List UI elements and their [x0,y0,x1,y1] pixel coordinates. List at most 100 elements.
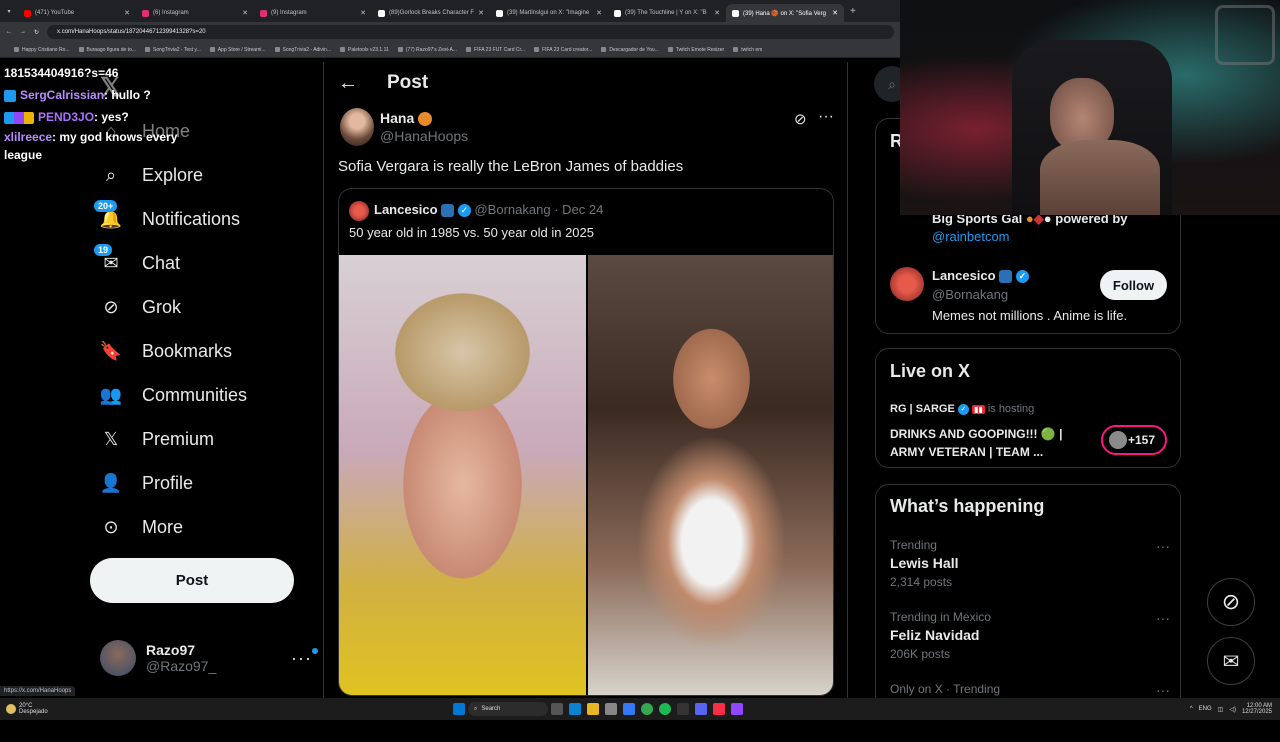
spotify-icon[interactable] [659,703,671,715]
basketball-icon [418,112,433,127]
chrome-icon[interactable] [641,703,653,715]
nav-item-premium[interactable]: 𝕏 Premium [100,428,214,450]
close-tab-icon[interactable]: ✕ [242,9,248,17]
author-name[interactable]: Hana [380,110,433,127]
close-tab-icon[interactable]: ✕ [360,9,366,17]
back-icon[interactable]: ← [6,29,12,35]
bookmark-item[interactable]: SongTrivia2 - Test y... [145,47,201,53]
nav-item-grok[interactable]: ⊘ Grok [100,296,181,318]
close-tab-icon[interactable]: ✕ [714,9,720,17]
verified-icon: ✓ [1015,270,1029,284]
bookmark-item[interactable]: Buraago figura de to... [78,47,136,53]
bookmark-item[interactable]: twitch em [733,47,762,53]
trend-item[interactable]: Trending in Mexico Feliz Navidad 206K po… [890,610,1170,670]
follow-name[interactable]: Lancesico ✓ [932,268,1029,284]
image-left[interactable] [339,255,586,695]
nav-item-profile[interactable]: 👤 Profile [100,472,193,494]
follow-avatar[interactable] [890,267,924,301]
tab-menu-icon[interactable]: ▾ [0,8,18,15]
edge-icon[interactable] [569,703,581,715]
author-avatar[interactable] [340,108,374,146]
live-listeners-badge[interactable]: +157 [1101,425,1167,455]
grok-icon[interactable]: ⊘ [794,110,807,128]
grok-float-button[interactable]: ⊘ [1207,578,1255,626]
nav-item-bookmarks[interactable]: 🔖 Bookmarks [100,340,232,362]
nav-item-explore[interactable]: ⌕ Explore [100,164,203,186]
music-icon[interactable] [713,703,725,715]
messages-float-button[interactable]: ✉ [1207,637,1255,685]
quoted-post[interactable]: Lancesico ✓ @Bornakang · Dec 24 50 year … [338,188,834,696]
follow-button[interactable]: Follow [1100,270,1167,300]
bookmark-item[interactable]: Twitch Emote Resizer [667,47,724,53]
browser-tab[interactable]: (39) Hana 🏀 on X: "Sofia Verg ✕ [726,4,844,22]
task-view-icon[interactable] [551,703,563,715]
more-dots-icon[interactable]: ··· [1156,682,1170,698]
browser-tab[interactable]: (9) Instagram ✕ [254,4,372,22]
start-icon[interactable] [453,703,465,715]
store-icon[interactable] [623,703,635,715]
more-options-icon[interactable]: ··· [818,108,834,126]
clock[interactable]: 12:00 AM 12/27/2025 [1242,703,1272,715]
browser-tab[interactable]: (89)Gorlock Breaks Character F ✕ [372,4,490,22]
chat-username: xlilreece [4,130,53,144]
close-tab-icon[interactable]: ✕ [596,9,602,17]
nav-item-communities[interactable]: 👥 Communities [100,384,247,406]
bookmark-item[interactable]: (77) Razo97's Zest-A... [397,47,457,53]
browser-tab[interactable]: (39) Martinslgui on X: "Imagine ✕ [490,4,608,22]
network-icon[interactable]: ◫ [1218,706,1224,713]
close-tab-icon[interactable]: ✕ [124,9,130,17]
tray-chevron-icon[interactable]: ^ [1190,706,1193,712]
bookmark-item[interactable]: SongTrivia2 - Adivin... [274,47,331,53]
obs-icon[interactable] [677,703,689,715]
trend-item[interactable]: Trending Lewis Hall 2,314 posts ··· [890,538,1170,598]
tab-favicon-icon [614,9,621,17]
tab-title: (39) Martinslgui on X: "Imagine [507,10,590,16]
reload-icon[interactable]: ↻ [34,29,39,36]
more-circle-icon: ⊙ [103,516,119,537]
nav-item-notifications[interactable]: 🔔 20+ Notifications [94,200,240,230]
close-tab-icon[interactable]: ✕ [478,9,484,17]
chat-message: PEND3JO: yes? [4,106,204,128]
bookmark-item[interactable]: FIFA 23 Card creator... [534,47,592,53]
live-stream-title[interactable]: DRINKS AND GOOPING!!! 🟢 | ARMY VETERAN |… [890,425,1080,461]
bookmark-favicon-icon [145,47,151,52]
live-host[interactable]: RG | SARGE ✓ ▮▮ is hosting [890,403,1034,415]
url-field[interactable]: x.com/HanaHoops/status/18720446712399413… [47,25,894,39]
compose-post-button[interactable]: Post [90,558,294,603]
bookmark-item[interactable]: FIFA 23 FUT Card Cr... [466,47,525,53]
follow-bio: Memes not millions . Anime is life. [932,308,1128,323]
taskbar-search[interactable]: ⌕ Search [468,702,548,716]
bookmark-item[interactable]: App Store / Streami... [209,47,266,53]
more-dots-icon[interactable]: ··· [1156,538,1170,554]
close-tab-icon[interactable]: ✕ [832,9,838,17]
trend-count: 206K posts [890,647,951,661]
new-tab-button[interactable]: + [850,6,856,17]
nav-item-more[interactable]: ⊙ More [100,516,183,538]
back-arrow-icon[interactable]: ← [338,72,358,95]
file-explorer-icon[interactable] [587,703,599,715]
twitch-icon[interactable] [731,703,743,715]
bookmarks-bar: Happy Cristiano Ro... Buraago figura de t… [0,42,900,58]
forward-icon[interactable]: → [20,29,26,35]
browser-tab[interactable]: (6) Instagram ✕ [136,4,254,22]
bookmark-item[interactable]: Happy Cristiano Ro... [14,47,70,53]
bookmark-item[interactable]: Descargador de You... [601,47,659,53]
image-right[interactable] [588,255,833,695]
browser-tab[interactable]: (471) YouTube ✕ [18,4,136,22]
chat-badge-icon [4,89,16,102]
photos-icon[interactable] [605,703,617,715]
volume-icon[interactable]: ◁) [1229,706,1236,713]
account-switcher[interactable]: Razo97 @Razo97_ ··· [100,639,318,677]
taskbar: 20°C Despejado ⌕ Search ^ ENG ◫ ◁) 12:00 A… [0,698,1280,720]
more-dots-icon[interactable]: ··· [1156,610,1170,626]
profile-bio-link[interactable]: @rainbetcom [932,229,1010,244]
discord-icon[interactable] [695,703,707,715]
nav-item-chat[interactable]: ✉ 19 Chat [94,244,180,274]
browser-tab[interactable]: (39) The Touchline | Y on X: "B ✕ [608,4,726,22]
bookmark-item[interactable]: Paletools v23.1.11 [339,47,389,53]
notification-badge: 20+ [94,200,118,212]
weather-widget[interactable]: 20°C Despejado [0,703,120,715]
language-indicator[interactable]: ENG [1199,706,1212,712]
more-dots-icon[interactable]: ··· [291,647,318,669]
author-handle[interactable]: @HanaHoops [380,128,468,144]
